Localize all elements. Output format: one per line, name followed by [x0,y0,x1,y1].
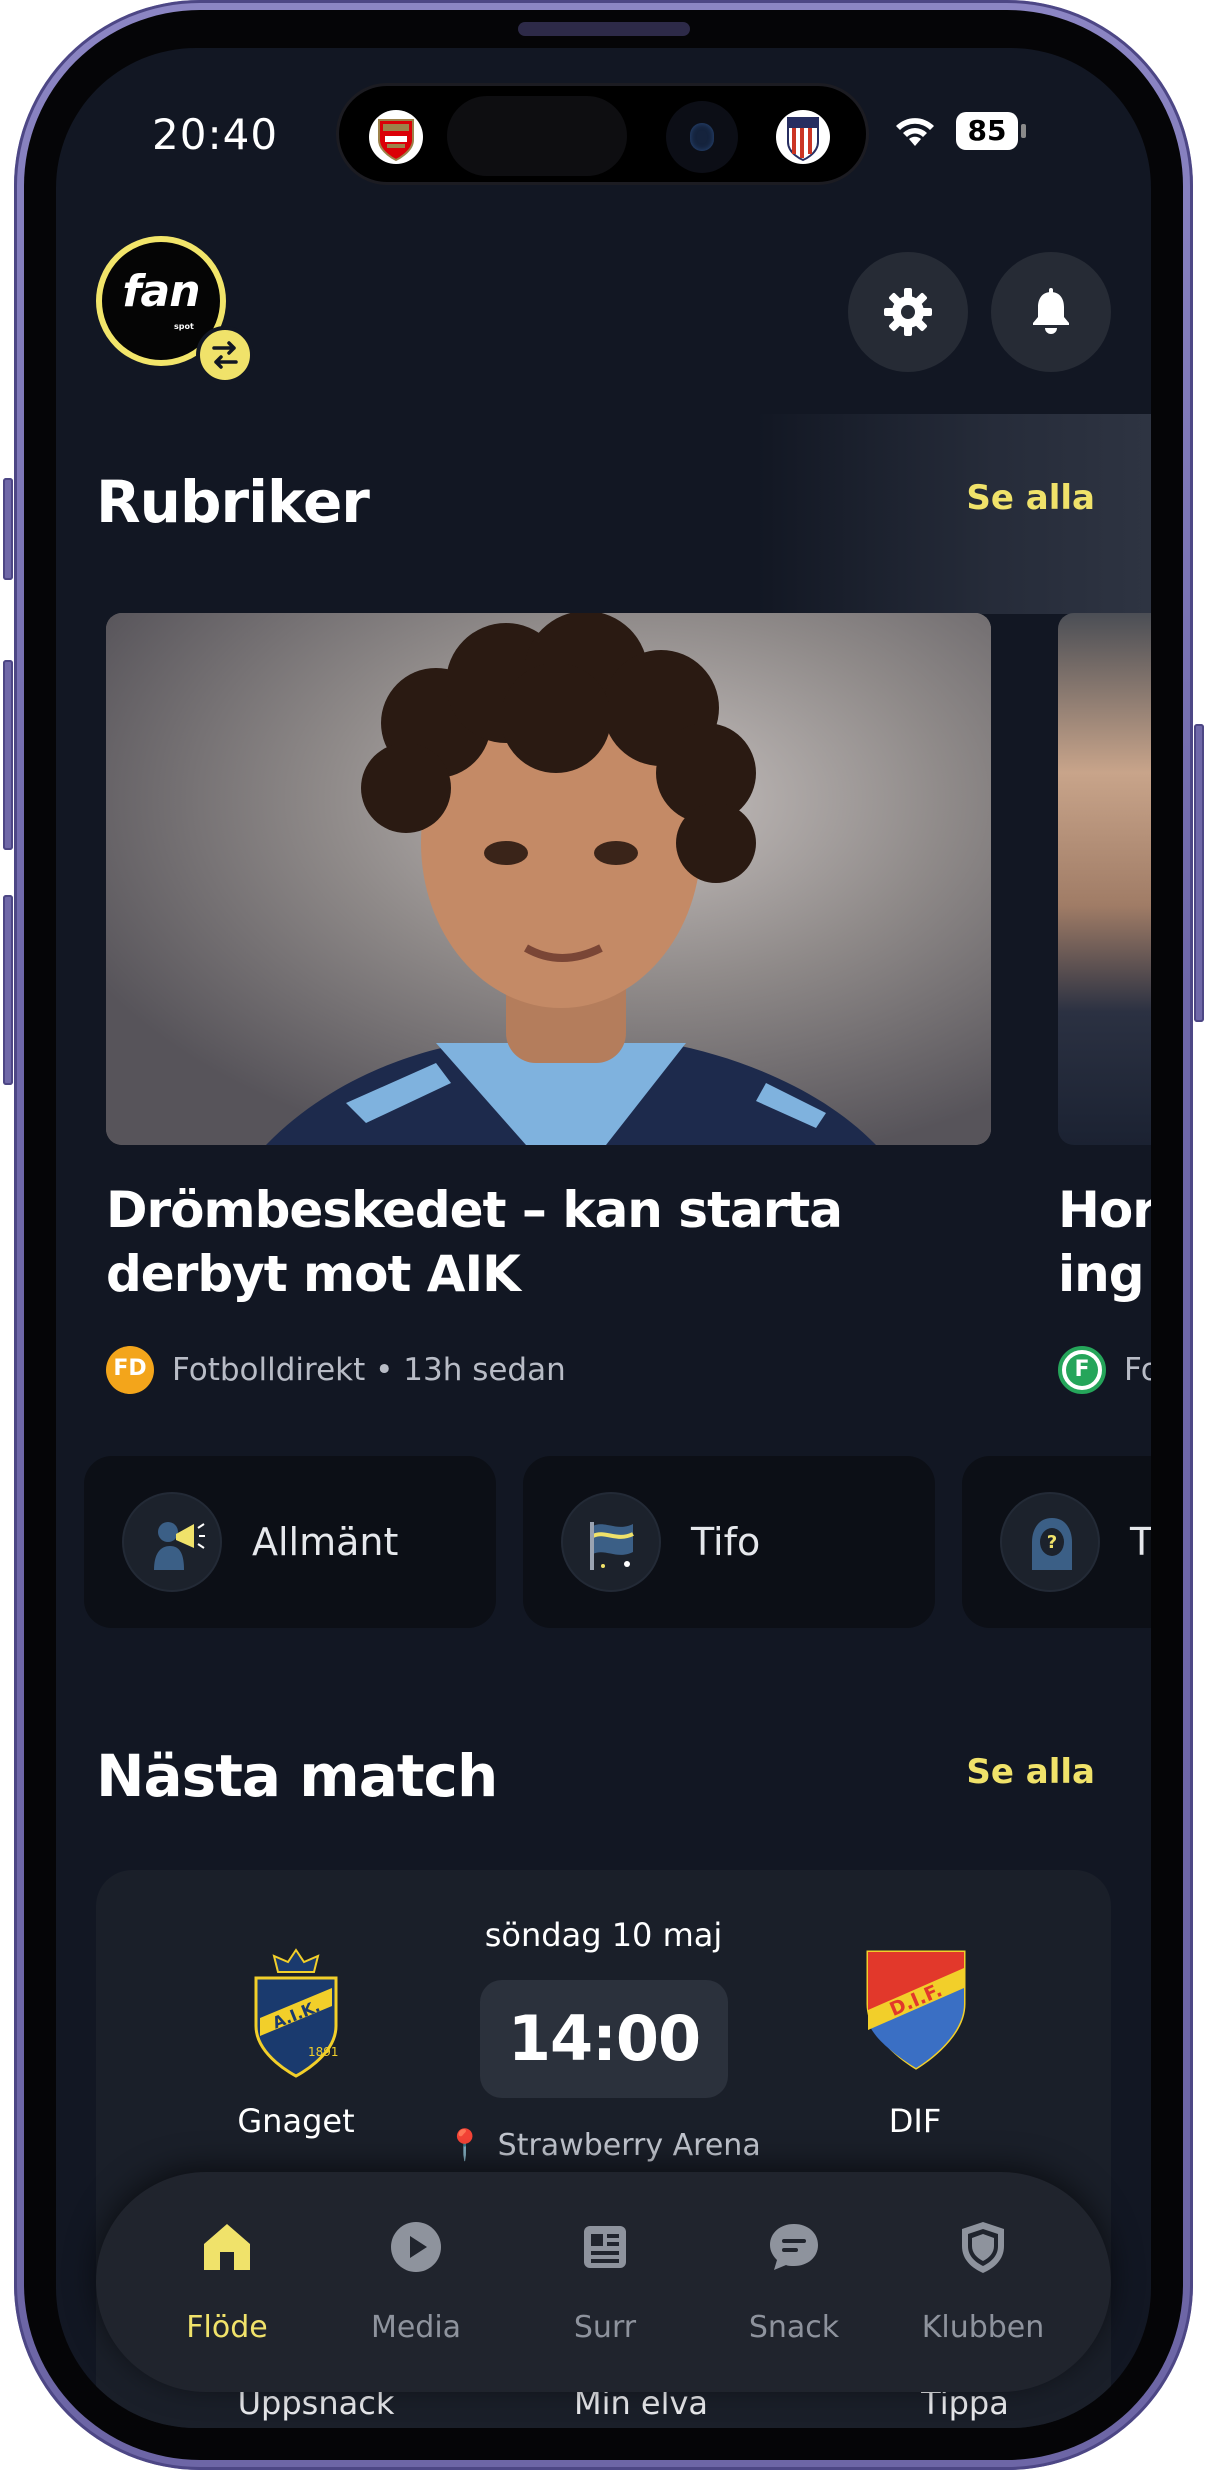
tab-media[interactable]: Media [321,2172,511,2392]
action-button [3,478,13,580]
power-button [1194,724,1204,1022]
category-tifo[interactable]: Tifo [523,1456,935,1628]
player-photo [106,613,991,1145]
article-title[interactable]: Drömbeskedet – kan starta derbyt mot AIK [106,1178,986,1306]
djurgarden-crest-icon: D.I.F. [866,1950,966,2070]
atletico-madrid-crest-icon [772,106,834,168]
notifications-button[interactable] [991,252,1111,372]
battery-level: 85 [956,112,1018,150]
logo-word: fan [122,266,200,317]
gear-icon [884,288,932,336]
next-match-see-all-link[interactable]: Se alla [966,1752,1095,1792]
home-icon [204,2224,250,2270]
tab-snack[interactable]: Snack [699,2172,889,2392]
bell-icon [1033,288,1069,334]
shield-icon [962,2222,1004,2273]
megaphone-fan-icon [122,1492,222,1592]
source-logo-icon: F [1058,1346,1106,1394]
article-image[interactable] [106,613,991,1145]
speaker-slot [518,22,690,36]
article-source-text: Fotbolldirekt • 13h sedan [172,1352,566,1388]
island-pill [447,96,627,176]
app-screen: 20:40 85 fan spot Rubriker Se alla Drömb… [56,48,1151,2428]
match-date: söndag 10 maj [484,1916,723,1954]
tab-label: Media [370,2310,462,2345]
article-source: F Fo [1058,1346,1151,1394]
article-source: FD Fotbolldirekt • 13h sedan [106,1346,566,1394]
news-icon [584,2226,626,2268]
tab-flode[interactable]: Flöde [132,2172,322,2392]
bottom-tab-bar: Flöde Media Surr Snack Klubben [96,2172,1111,2392]
wifi-icon [896,118,934,146]
article-source-text: Fo [1124,1352,1151,1388]
fotbolldirekt-logo-icon: FD [106,1346,154,1394]
chat-icon [770,2224,818,2270]
arsenal-crest-icon [365,106,427,168]
headlines-see-all-link[interactable]: Se alla [966,478,1095,518]
next-match-title: Nästa match [96,1742,498,1810]
aik-crest-icon: A.I.K. 1891 [254,1948,339,2078]
article-title[interactable]: Hor ing [1058,1178,1151,1306]
swap-arrows-icon[interactable] [196,326,254,384]
kickoff-time: 14:00 [480,1980,728,2098]
match-venue: 📍 Strawberry Arena [56,2128,1151,2163]
battery-nub [1021,124,1026,138]
hooded-question-icon: ? [1000,1492,1100,1592]
category-label: Allmänt [252,1520,399,1564]
battery-indicator: 85 [956,112,1026,150]
tab-label: Klubben [921,2310,1045,2345]
tab-label: Snack [748,2310,840,2345]
article-image[interactable] [1058,613,1151,1145]
volume-down-button [3,895,13,1085]
category-allmant[interactable]: Allmänt [84,1456,496,1628]
front-camera [666,101,738,173]
venue-name: Strawberry Arena [497,2128,761,2163]
category-label: Tifo [691,1520,761,1564]
tab-label: Flöde [186,2310,268,2345]
location-pin-icon: 📍 [446,2128,484,2163]
svg-text:?: ? [1047,1532,1057,1553]
category-partial[interactable]: ? Tr [962,1456,1151,1628]
logo-subtext: spot [174,322,194,331]
headlines-title: Rubriker [96,468,370,536]
tab-label: Surr [573,2310,637,2345]
status-time: 20:40 [152,110,279,159]
settings-button[interactable] [848,252,968,372]
play-icon [391,2222,441,2272]
volume-up-button [3,660,13,850]
flag-icon [561,1492,661,1592]
tab-klubben[interactable]: Klubben [888,2172,1078,2392]
category-label: Tr [1130,1520,1151,1564]
tab-surr[interactable]: Surr [510,2172,700,2392]
dynamic-island[interactable] [336,83,869,185]
svg-text:1891: 1891 [308,2045,339,2059]
